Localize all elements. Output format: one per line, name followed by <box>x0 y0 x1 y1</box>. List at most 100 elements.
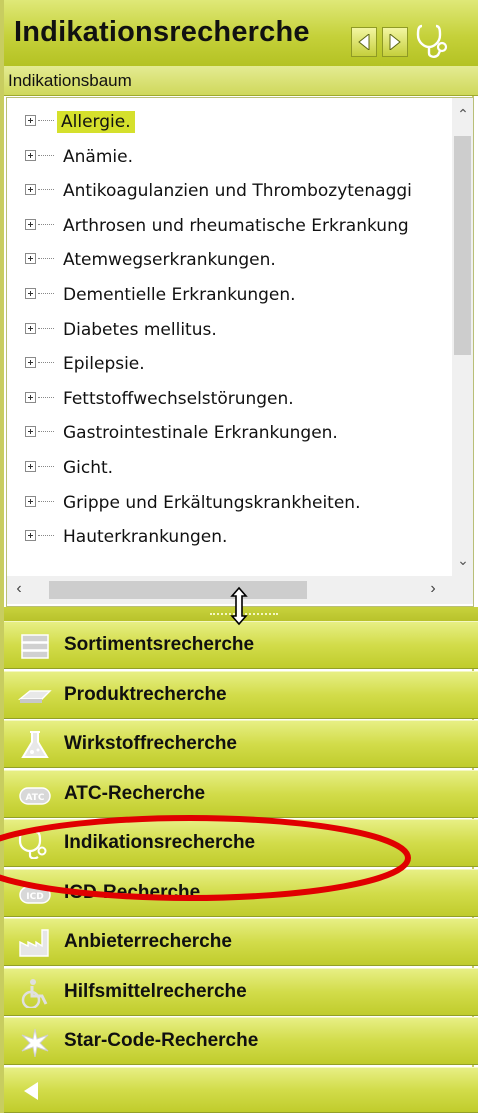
stethoscope-icon <box>18 830 47 859</box>
tree-connector <box>38 362 54 364</box>
tree-item-label: Allergie. <box>57 111 135 133</box>
tree-item[interactable]: Dementielle Erkrankungen. <box>7 279 452 313</box>
star-icon <box>21 1028 49 1057</box>
tree-item[interactable]: Gicht. <box>7 452 452 486</box>
previous-button[interactable] <box>351 27 377 57</box>
expand-icon[interactable] <box>25 495 36 507</box>
stack-item-wheelchair[interactable]: Hilfsmittelrecherche <box>4 967 478 1016</box>
sortiment-icon <box>21 634 49 659</box>
tree-item[interactable]: Epilepsie. <box>7 348 452 382</box>
expand-icon[interactable] <box>25 115 36 126</box>
expand-icon[interactable] <box>25 391 36 403</box>
tree-connector <box>38 120 54 121</box>
tree-item-label: Dementielle Erkrankungen. <box>63 285 296 305</box>
expand-icon[interactable] <box>25 322 36 334</box>
tree-connector <box>38 327 54 329</box>
arrow-right-icon <box>389 34 401 50</box>
expand-icon[interactable] <box>25 184 36 196</box>
tree-item-label: Gicht. <box>63 458 114 478</box>
tree-item[interactable]: Hauterkrankungen. <box>7 521 452 555</box>
next-button[interactable] <box>382 27 408 57</box>
tree-header: Indikationsbaum <box>4 66 478 96</box>
tree-connector <box>38 258 54 260</box>
tree-connector <box>38 535 54 537</box>
tree-item-label: Arthrosen und rheumatische Erkrankung <box>63 215 409 236</box>
tree-connector <box>38 189 54 191</box>
scroll-left-icon[interactable]: ‹ <box>11 580 27 598</box>
tree-item[interactable]: Arthrosen und rheumatische Erkrankung <box>7 210 452 244</box>
tree-item-label: Anämie. <box>63 146 133 167</box>
scroll-right-icon[interactable]: › <box>425 580 441 598</box>
scroll-down-icon[interactable]: ⌄ <box>456 552 470 568</box>
product-icon <box>18 689 52 703</box>
stack-item-flask[interactable]: Wirkstoffrecherche <box>4 720 478 768</box>
tree-connector <box>38 293 54 294</box>
flask-icon <box>21 731 49 758</box>
panel-title: Indikationsrecherche <box>14 16 310 48</box>
resize-cursor-icon <box>230 586 248 626</box>
stack-item-star[interactable]: Star-Code-Recherche <box>4 1017 478 1065</box>
expand-icon[interactable] <box>25 218 36 230</box>
collapse-button[interactable] <box>4 1067 478 1113</box>
factory-icon <box>19 929 49 957</box>
expand-icon[interactable] <box>25 357 36 369</box>
expand-icon[interactable] <box>25 253 36 265</box>
tree-item[interactable]: Atemwegserkrankungen. <box>7 244 452 278</box>
stack-item-label: Hilfsmittelrecherche <box>64 980 247 1002</box>
tree-item[interactable]: Grippe und Erkältungskrankheiten. <box>7 487 452 521</box>
stack-item-atc[interactable]: ATC ATC-Recherche <box>4 769 478 818</box>
stack-item-product[interactable]: Produktrecherche <box>4 670 478 719</box>
arrow-left-icon <box>358 34 370 50</box>
icd-icon: ICD <box>19 885 51 904</box>
tree-item[interactable]: Allergie. <box>7 106 452 140</box>
panel-header: Indikationsrecherche <box>4 0 478 67</box>
stack-item-label: Sortimentsrecherche <box>64 634 255 655</box>
stack-item-label: Anbieterrecherche <box>64 931 232 952</box>
scroll-corner <box>452 576 473 604</box>
stack-item-sortiment[interactable]: Sortimentsrecherche <box>4 621 478 669</box>
tree-item-label: Gastrointestinale Erkrankungen. <box>63 423 338 444</box>
tree-item[interactable]: Fettstoffwechselstörungen. <box>7 383 452 417</box>
tree-item-label: Fettstoffwechselstörungen. <box>63 388 294 409</box>
collapse-arrow-icon <box>24 1082 38 1100</box>
stack-item-label: Indikationsrecherche <box>64 832 256 853</box>
expand-icon[interactable] <box>25 288 36 299</box>
tree-item-label: Hauterkrankungen. <box>63 527 228 548</box>
stack-item-stethoscope[interactable]: Indikationsrecherche <box>4 819 478 867</box>
tree-item-label: Epilepsie. <box>63 354 145 375</box>
horizontal-scroll-thumb[interactable] <box>49 581 307 599</box>
atc-icon: ATC <box>19 786 51 805</box>
expand-icon[interactable] <box>25 461 36 472</box>
expand-icon[interactable] <box>25 426 36 438</box>
tree-connector <box>38 223 54 225</box>
stack-item-icd[interactable]: ICD ICD-Recherche <box>4 868 478 917</box>
tree-item-label: Grippe und Erkältungskrankheiten. <box>63 492 361 513</box>
scroll-up-icon[interactable]: ⌃ <box>456 106 470 122</box>
indication-tree: Allergie. Anämie. Antikoagulanzien und Thr… <box>6 97 474 607</box>
tree-item[interactable]: Anämie. <box>7 141 452 175</box>
wheelchair-icon <box>21 978 48 1008</box>
vertical-scrollbar[interactable]: ⌃ ⌄ <box>452 98 473 576</box>
stack-item-factory[interactable]: Anbieterrecherche <box>4 918 478 966</box>
tree-item[interactable]: Gastrointestinale Erkrankungen. <box>7 417 452 451</box>
stack-item-label: Star-Code-Recherche <box>64 1030 259 1051</box>
expand-icon[interactable] <box>25 149 36 161</box>
tree-connector <box>38 396 54 398</box>
stack-item-label: ATC-Recherche <box>64 782 206 804</box>
scroll-thumb[interactable] <box>454 136 471 355</box>
stack-item-label: Produktrecherche <box>64 683 227 705</box>
tree-connector <box>38 466 54 467</box>
tree-list: Allergie. Anämie. Antikoagulanzien und Thr… <box>7 98 452 576</box>
tree-item[interactable]: Diabetes mellitus. <box>7 314 452 348</box>
stack-item-label: ICD-Recherche <box>64 881 201 903</box>
tree-item-label: Atemwegserkrankungen. <box>63 250 276 271</box>
tree-connector <box>38 154 54 156</box>
tree-item[interactable]: Antikoagulanzien und Thrombozytenaggi <box>7 175 452 209</box>
tree-item-label: Antikoagulanzien und Thrombozytenaggi <box>63 181 412 202</box>
stethoscope-icon <box>416 24 448 58</box>
svg-text:ICD: ICD <box>26 892 43 902</box>
tree-connector <box>38 500 54 502</box>
tree-connector <box>38 431 54 433</box>
svg-text:ATC: ATC <box>25 793 44 803</box>
expand-icon[interactable] <box>25 530 36 542</box>
